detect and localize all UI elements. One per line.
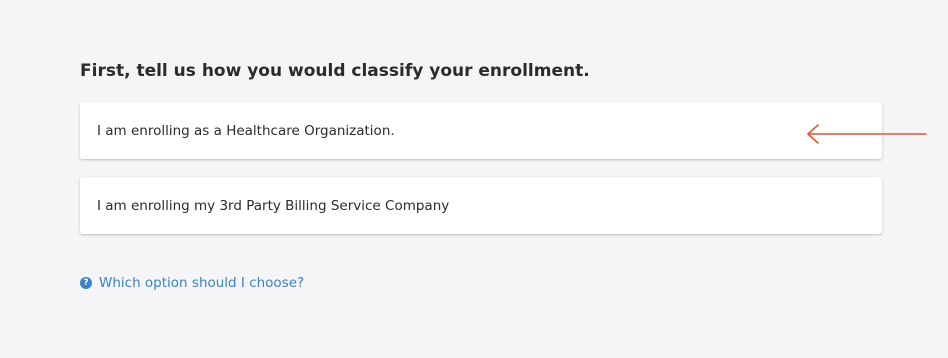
left-arrow-icon xyxy=(807,124,927,144)
option-healthcare-organization[interactable]: I am enrolling as a Healthcare Organizat… xyxy=(80,102,882,159)
help-link-label: Which option should I choose? xyxy=(99,275,305,291)
option-label: I am enrolling as a Healthcare Organizat… xyxy=(97,122,395,139)
option-label: I am enrolling my 3rd Party Billing Serv… xyxy=(97,197,450,214)
page-title: First, tell us how you would classify yo… xyxy=(80,61,590,81)
option-billing-service-company[interactable]: I am enrolling my 3rd Party Billing Serv… xyxy=(80,177,882,234)
help-link[interactable]: ? Which option should I choose? xyxy=(80,275,304,291)
question-circle-icon: ? xyxy=(80,277,92,289)
enrollment-classification-page: First, tell us how you would classify yo… xyxy=(80,0,882,358)
